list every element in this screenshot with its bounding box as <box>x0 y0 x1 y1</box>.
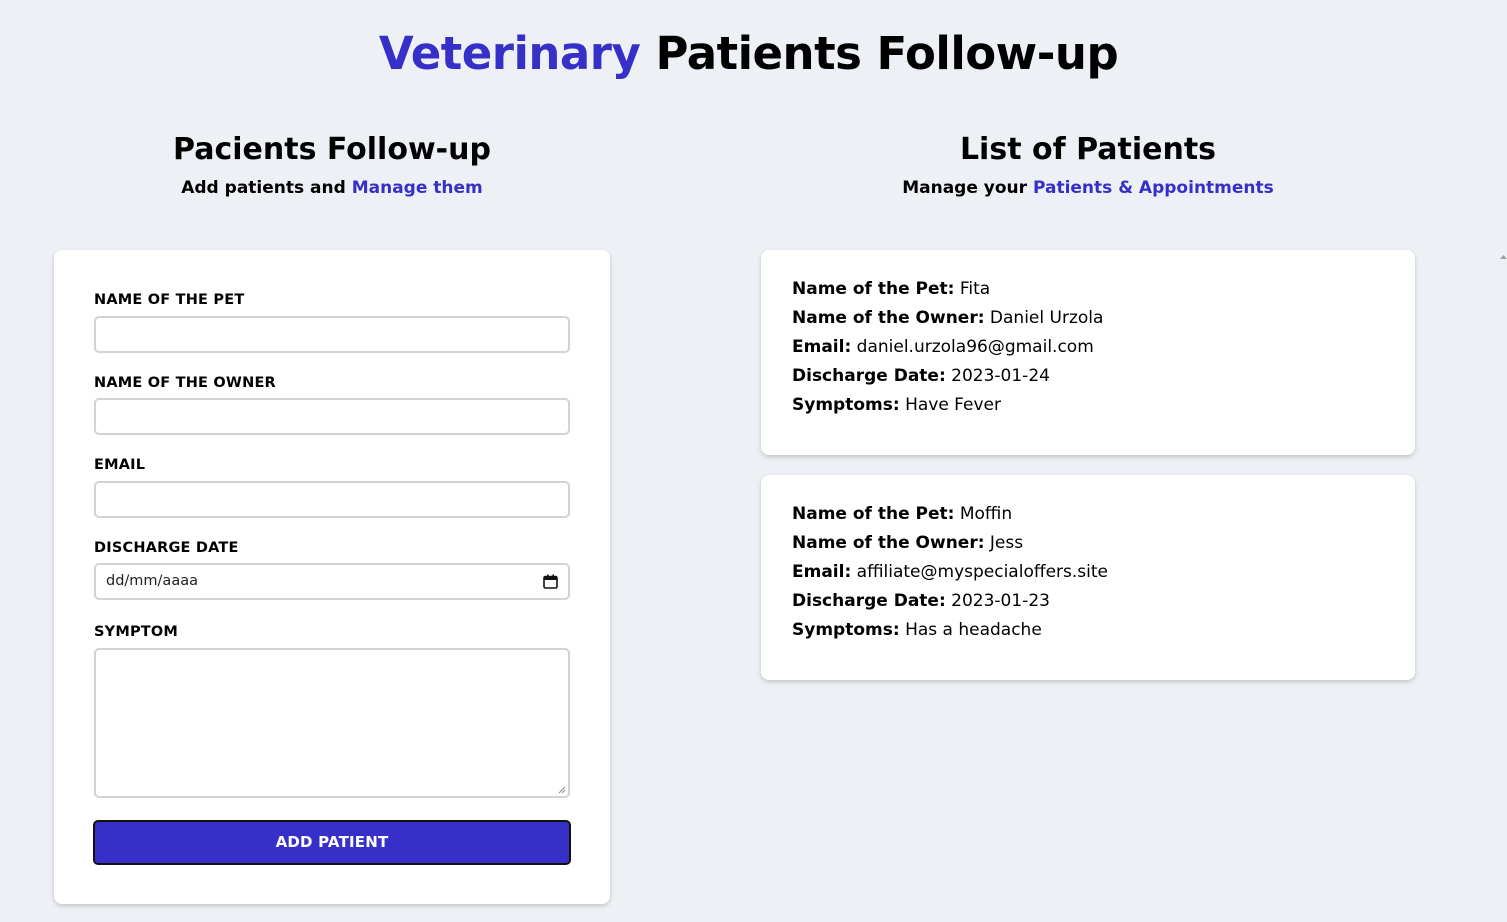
page-title: Veterinary Patients Follow-up <box>0 22 1497 86</box>
pet-value: Fita <box>959 279 991 299</box>
form-subtitle-prefix: Add patients and <box>181 178 352 198</box>
pet-value: Moffin <box>959 504 1013 524</box>
patient-owner-row: Name of the Owner: Daniel Urzola <box>792 307 1103 329</box>
list-section-subtitle: Manage your Patients & Appointments <box>761 176 1415 200</box>
email-label: EMAIL <box>94 457 146 473</box>
resize-handle-icon[interactable] <box>558 786 566 794</box>
email-key: Email: <box>792 337 852 357</box>
form-section-title: Pacients Follow-up <box>173 132 491 167</box>
pet-key: Name of the Pet: <box>792 279 955 299</box>
patient-date-row: Discharge Date: 2023-01-24 <box>792 365 1050 387</box>
date-value: 2023-01-23 <box>951 591 1050 611</box>
symptom-textarea[interactable] <box>94 648 570 798</box>
date-key: Discharge Date: <box>792 366 946 386</box>
patient-email-row: Email: daniel.urzola96@gmail.com <box>792 336 1094 358</box>
discharge-date-input[interactable]: dd/mm/aaaa <box>94 563 570 600</box>
date-key: Discharge Date: <box>792 591 946 611</box>
patient-card: Name of the Pet: Fita Name of the Owner:… <box>761 250 1415 455</box>
patient-symptoms-row: Symptoms: Has a headache <box>792 619 1042 641</box>
symptom-label: SYMPTOM <box>94 624 179 640</box>
scroll-up-arrow-icon[interactable] <box>1500 254 1507 260</box>
form-section-subtitle: Add patients and Manage them <box>54 176 610 200</box>
patient-symptoms-row: Symptoms: Have Fever <box>792 394 1001 416</box>
list-subtitle-accent: Patients & Appointments <box>1032 178 1274 198</box>
email-key: Email: <box>792 562 852 582</box>
owner-name-input[interactable] <box>94 398 570 435</box>
patient-owner-row: Name of the Owner: Jess <box>792 532 1023 554</box>
date-value: 2023-01-24 <box>951 366 1050 386</box>
patient-card: Name of the Pet: Moffin Name of the Owne… <box>761 475 1415 680</box>
discharge-date-label: DISCHARGE DATE <box>94 540 239 556</box>
owner-value: Daniel Urzola <box>989 308 1104 328</box>
symptoms-key: Symptoms: <box>792 395 900 415</box>
email-value: affiliate@myspecialoffers.site <box>856 562 1108 582</box>
owner-key: Name of the Owner: <box>792 308 985 328</box>
owner-key: Name of the Owner: <box>792 533 985 553</box>
patient-email-row: Email: affiliate@myspecialoffers.site <box>792 561 1108 583</box>
date-placeholder: dd/mm/aaaa <box>106 573 198 589</box>
patient-pet-row: Name of the Pet: Fita <box>792 278 990 300</box>
owner-name-label: NAME OF THE OWNER <box>94 375 276 391</box>
page-title-rest: Patients Follow-up <box>640 27 1119 80</box>
patient-form: NAME OF THE PET NAME OF THE OWNER EMAIL … <box>54 250 610 904</box>
symptoms-key: Symptoms: <box>792 620 900 640</box>
list-section-title: List of Patients <box>959 132 1217 167</box>
owner-value: Jess <box>989 533 1024 553</box>
calendar-icon[interactable] <box>543 574 558 589</box>
email-value: daniel.urzola96@gmail.com <box>856 337 1094 357</box>
add-patient-button[interactable]: ADD PATIENT <box>93 820 571 865</box>
email-input[interactable] <box>94 481 570 518</box>
patient-date-row: Discharge Date: 2023-01-23 <box>792 590 1050 612</box>
pet-name-label: NAME OF THE PET <box>94 292 245 308</box>
pet-key: Name of the Pet: <box>792 504 955 524</box>
symptoms-value: Have Fever <box>905 395 1002 415</box>
symptoms-value: Has a headache <box>905 620 1042 640</box>
form-subtitle-accent: Manage them <box>351 178 483 198</box>
list-subtitle-prefix: Manage your <box>902 178 1033 198</box>
patient-pet-row: Name of the Pet: Moffin <box>792 503 1012 525</box>
pet-name-input[interactable] <box>94 316 570 353</box>
page-title-accent: Veterinary <box>378 27 641 80</box>
